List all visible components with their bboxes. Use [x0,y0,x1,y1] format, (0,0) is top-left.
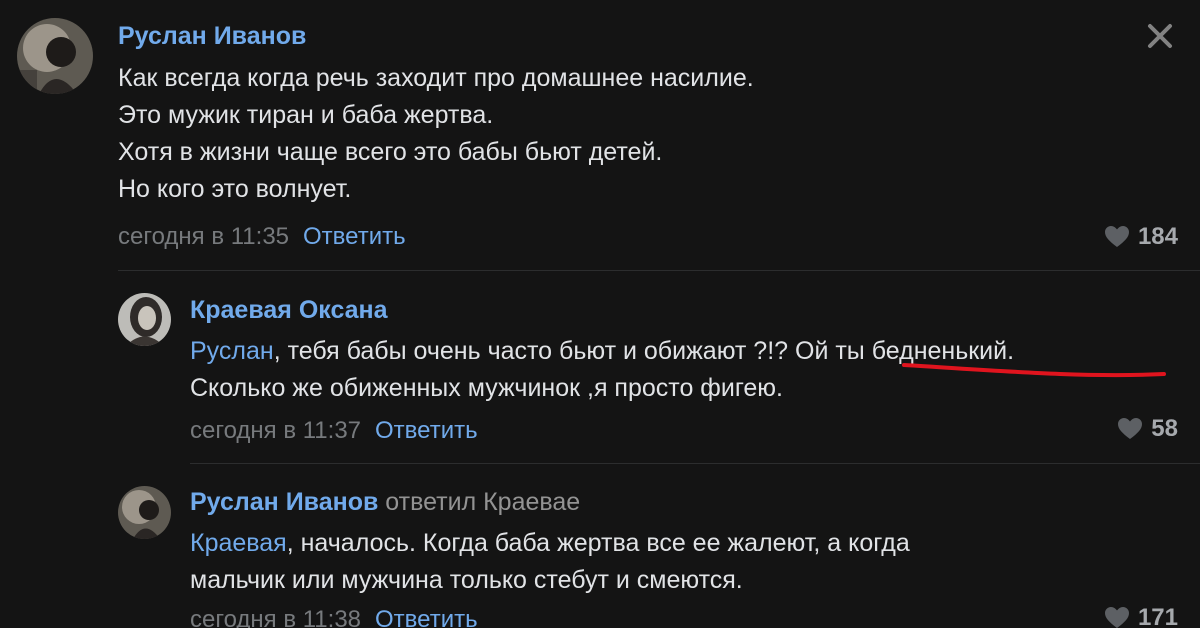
mention-link[interactable]: Краевая [190,529,287,557]
reply-link[interactable]: Ответить [375,606,478,628]
like-button[interactable]: 171 [1104,603,1178,628]
comment-author[interactable]: Краевая Оксана [190,295,388,325]
reply-link[interactable]: Ответить [375,417,478,444]
replied-to-label[interactable]: ответил Краевае [385,488,580,516]
avatar[interactable] [118,293,171,346]
like-button[interactable]: 184 [1104,222,1178,252]
heart-icon [1104,607,1129,628]
comments-thread: Руслан Иванов Как всегда когда речь захо… [0,0,1200,628]
comment-line: мальчик или мужчина только стебут и смею… [190,566,743,594]
heart-icon [1118,418,1143,439]
comment-meta: сегодня в 11:38 Ответить [190,605,478,628]
comment-text: Краевая, началось. Когда баба жертва все… [190,525,910,599]
comment-line: Руслан, тебя бабы очень часто бьют и оби… [190,337,1015,365]
comment-line: Хотя в жизни чаще всего это бабы бьют де… [118,138,663,166]
comment-time[interactable]: сегодня в 11:35 [118,223,289,250]
reply-link[interactable]: Ответить [303,223,406,250]
mention-link[interactable]: Руслан [190,337,274,365]
comment-line: Краевая, началось. Когда баба жертва все… [190,529,910,557]
comment-meta: сегодня в 11:37 Ответить [190,416,478,446]
comment-author[interactable]: Руслан Иванов [118,21,306,51]
close-icon [1148,24,1172,48]
like-count: 171 [1137,604,1178,628]
avatar[interactable] [118,486,171,539]
comment-line: Это мужик тиран и баба жертва. [118,101,494,129]
comment-time[interactable]: сегодня в 11:37 [190,417,361,444]
comment-meta: сегодня в 11:35 Ответить [118,222,406,252]
comment-line: Сколько же обиженных мужчинок ,я просто … [190,374,783,402]
close-button[interactable] [1142,18,1178,54]
like-count: 58 [1151,415,1178,442]
comment-line: Как всегда когда речь заходит про домашн… [118,64,754,92]
comment-text: Как всегда когда речь заходит про домашн… [118,60,754,208]
avatar[interactable] [17,18,93,94]
like-count: 184 [1137,223,1178,250]
comment-time[interactable]: сегодня в 11:38 [190,606,361,628]
divider [118,270,1200,271]
comment-text: Руслан, тебя бабы очень часто бьют и оби… [190,333,1014,407]
like-button[interactable]: 58 [1117,414,1178,444]
heart-icon [1104,226,1129,247]
divider [190,463,1200,464]
comment-line: Но кого это волнует. [118,175,352,203]
comment-author[interactable]: Руслан Иванов ответил Краевае [190,487,580,517]
